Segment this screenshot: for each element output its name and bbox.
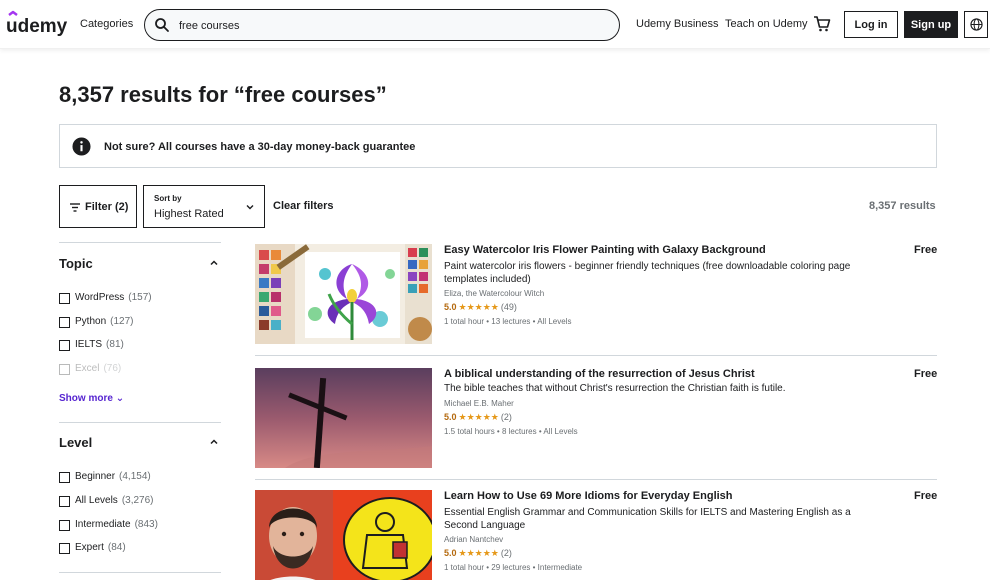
star-icons: ★★★★★ (458, 412, 499, 422)
filter-label: Filter (2) (85, 201, 129, 213)
option-label: Beginner (75, 471, 116, 482)
course-description: Paint watercolor iris flowers - beginner… (444, 261, 851, 285)
language-button[interactable] (964, 11, 988, 38)
course-instructor: Michael E.B. Maher (444, 399, 514, 408)
sort-select[interactable]: Sort by Highest Rated (143, 185, 265, 228)
level-section-title[interactable]: Level (59, 435, 92, 450)
review-count: (49) (500, 302, 517, 312)
review-count: (2) (500, 548, 512, 558)
checkbox[interactable] (59, 364, 70, 375)
course-thumbnail[interactable] (255, 244, 432, 344)
rating-value: 5.0 (444, 412, 457, 422)
clear-filters-button[interactable]: Clear filters (273, 200, 334, 212)
option-label: Intermediate (75, 519, 131, 530)
option-count: (127) (110, 316, 134, 327)
checkbox[interactable] (59, 543, 70, 554)
checkbox[interactable] (59, 496, 70, 507)
course-rating: 5.0 ★★★★★ (2) (444, 412, 512, 423)
course-price: Free (914, 368, 938, 380)
course-rating: 5.0 ★★★★★ (49) (444, 302, 517, 313)
option-label: Excel (75, 363, 100, 374)
chevron-down-icon (246, 205, 254, 210)
course-price: Free (914, 490, 938, 502)
svg-text:udemy: udemy (6, 16, 68, 37)
review-count: (2) (500, 412, 512, 422)
star-icons: ★★★★★ (458, 548, 499, 558)
sort-value: Highest Rated (154, 208, 224, 220)
course-meta: 1 total hour • 29 lectures • Intermediat… (444, 563, 583, 572)
page-title: 8,357 results for “free courses” (59, 82, 387, 107)
course-title[interactable]: Easy Watercolor Iris Flower Painting wit… (444, 244, 766, 256)
chevron-down-icon: ⌄ (115, 393, 125, 404)
info-icon (72, 137, 91, 156)
guarantee-banner: Not sure? All courses have a 30-day mone… (59, 124, 937, 168)
course-description: Essential English Grammar and Communicat… (444, 507, 851, 531)
shopping-cart-icon[interactable] (813, 15, 831, 33)
sidebar-divider (59, 422, 221, 423)
option-label: Python (75, 316, 107, 327)
option-label: WordPress (75, 292, 125, 303)
sort-label: Sort by (154, 194, 182, 203)
checkbox[interactable] (59, 472, 70, 483)
option-count: (84) (107, 542, 126, 553)
categories-menu[interactable]: Categories (80, 18, 133, 30)
search-bar[interactable] (144, 9, 620, 41)
signup-button[interactable]: Sign up (904, 11, 958, 38)
login-button[interactable]: Log in (844, 11, 898, 38)
option-label: Expert (75, 542, 104, 553)
option-count: (157) (128, 292, 152, 303)
option-label: IELTS (75, 339, 103, 350)
course-instructor: Eliza, the Watercolour Witch (444, 289, 545, 298)
filter-button[interactable]: Filter (2) (59, 185, 137, 228)
course-title[interactable]: A biblical understanding of the resurrec… (444, 368, 755, 380)
filter-icon (70, 203, 80, 212)
search-icon[interactable] (154, 17, 170, 33)
sidebar-divider (59, 242, 221, 243)
rating-value: 5.0 (444, 302, 457, 312)
option-count: (843) (134, 519, 158, 530)
show-more-button[interactable]: Show more ⌄ (59, 393, 124, 404)
checkbox[interactable] (59, 340, 70, 351)
topic-section-title[interactable]: Topic (59, 256, 93, 271)
checkbox[interactable] (59, 317, 70, 328)
sidebar-divider (59, 572, 221, 573)
course-title[interactable]: Learn How to Use 69 More Idioms for Ever… (444, 490, 733, 502)
globe-icon (970, 18, 983, 31)
chevron-up-icon[interactable] (209, 258, 219, 268)
course-price: Free (914, 244, 938, 256)
option-count: (76) (103, 363, 122, 374)
rating-value: 5.0 (444, 548, 457, 558)
course-thumbnail[interactable] (255, 368, 432, 468)
banner-text: Not sure? All courses have a 30-day mone… (104, 141, 416, 153)
course-description: The bible teaches that without Christ's … (444, 383, 786, 394)
checkbox[interactable] (59, 293, 70, 304)
course-thumbnail[interactable] (255, 490, 432, 580)
card-divider (255, 479, 937, 480)
course-card[interactable]: Learn How to Use 69 More Idioms for Ever… (255, 490, 937, 580)
star-icons: ★★★★★ (458, 302, 499, 312)
course-instructor: Adrian Nantchev (444, 535, 504, 544)
results-count: 8,357 results (869, 200, 936, 212)
option-label: All Levels (75, 495, 118, 506)
course-meta: 1.5 total hours • 8 lectures • All Level… (444, 427, 578, 436)
top-navbar: udemy Categories Udemy Business Teach on… (0, 0, 990, 49)
option-count: (4,154) (119, 471, 151, 482)
option-count: (81) (106, 339, 124, 350)
udemy-logo[interactable]: udemy (6, 10, 70, 38)
udemy-business-link[interactable]: Udemy Business (636, 18, 719, 30)
course-rating: 5.0 ★★★★★ (2) (444, 548, 512, 559)
chevron-up-icon[interactable] (209, 437, 219, 447)
course-meta: 1 total hour • 13 lectures • All Levels (444, 317, 572, 326)
option-count: (3,276) (121, 495, 154, 506)
teach-on-udemy-link[interactable]: Teach on Udemy (725, 18, 808, 30)
search-input[interactable] (179, 16, 599, 35)
course-card[interactable]: A biblical understanding of the resurrec… (255, 368, 937, 468)
card-divider (255, 355, 937, 356)
checkbox[interactable] (59, 520, 70, 531)
course-card[interactable]: Easy Watercolor Iris Flower Painting wit… (255, 244, 937, 344)
